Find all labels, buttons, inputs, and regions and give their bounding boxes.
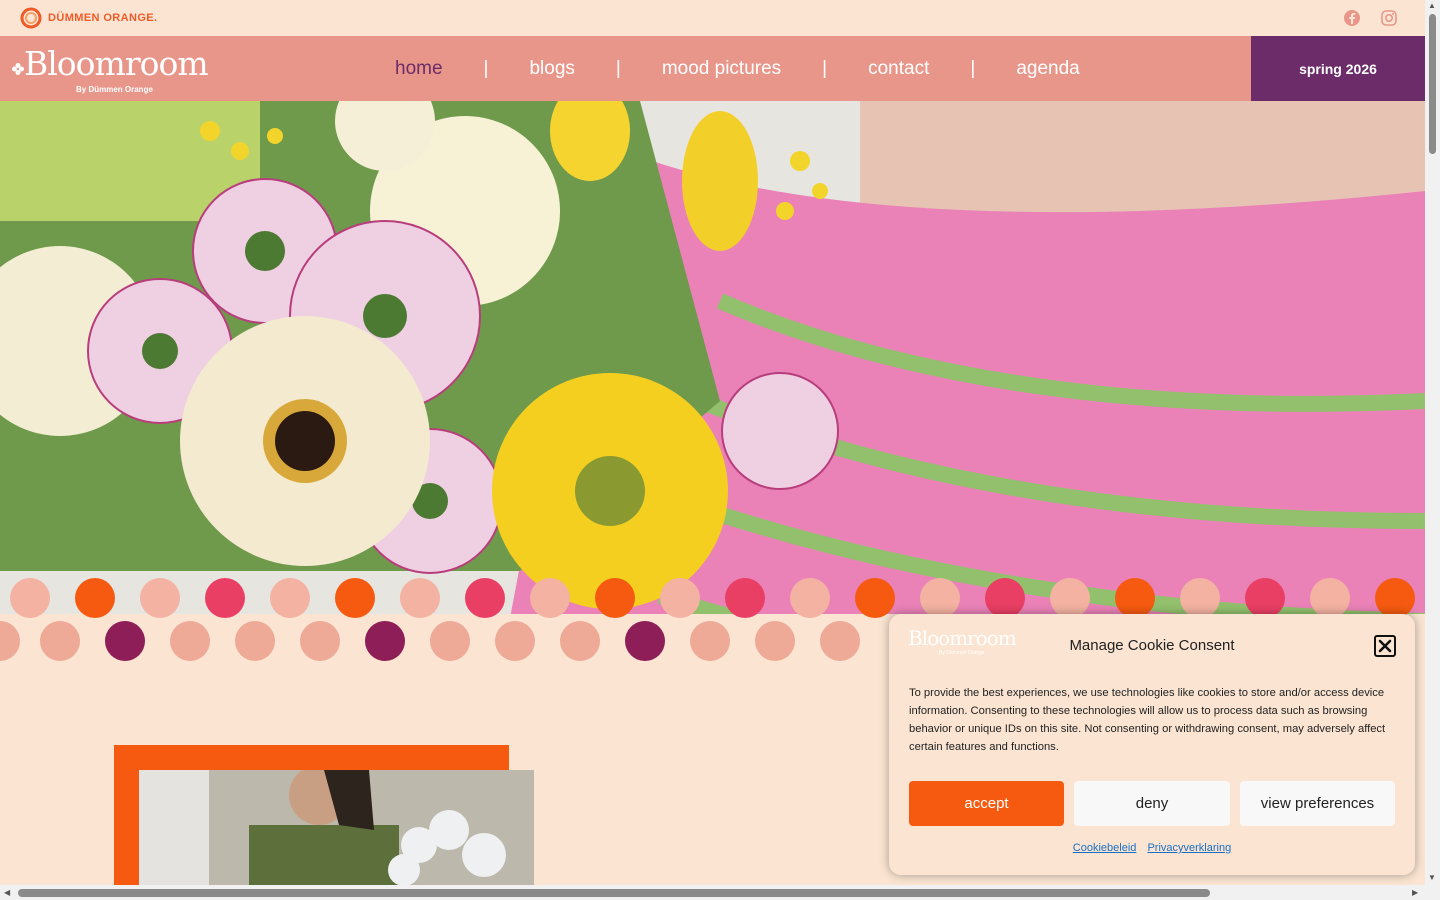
- dummen-orange-logo[interactable]: DÜMMEN ORANGE.: [18, 6, 158, 30]
- deny-button[interactable]: deny: [1074, 781, 1230, 826]
- nav-menu: home | blogs | mood pictures | contact |…: [378, 36, 1097, 101]
- flower-logo-icon: [12, 63, 24, 75]
- nav-item-contact[interactable]: contact: [851, 58, 946, 80]
- scroll-right-icon[interactable]: ▶: [1412, 888, 1418, 897]
- scroll-up-icon[interactable]: ▲: [1428, 1, 1436, 10]
- nav-item-agenda[interactable]: agenda: [999, 58, 1096, 80]
- cookie-description: To provide the best experiences, we use …: [909, 687, 1386, 753]
- nav-separator: |: [970, 57, 976, 79]
- cookie-consent-dialog: Bloomroom By Dümmen Orange Manage Cookie…: [889, 614, 1415, 875]
- close-button[interactable]: [1374, 635, 1396, 657]
- nav-separator: |: [483, 57, 489, 79]
- vertical-scrollbar[interactable]: ▲ ▼: [1425, 0, 1440, 885]
- nav-item-blogs[interactable]: blogs: [512, 58, 591, 80]
- vertical-scroll-thumb[interactable]: [1429, 14, 1436, 154]
- nav-separator: |: [822, 57, 828, 79]
- woman-with-flowers-photo: [139, 770, 534, 885]
- nav-separator: |: [615, 57, 621, 79]
- dummen-orange-emblem-icon: [20, 7, 42, 29]
- logo-subtitle: By Dümmen Orange: [76, 85, 153, 94]
- accept-button[interactable]: accept: [909, 781, 1064, 826]
- close-icon: [1378, 639, 1392, 653]
- nav-item-mood-pictures[interactable]: mood pictures: [645, 58, 798, 80]
- top-bar: DÜMMEN ORANGE.: [0, 0, 1425, 36]
- bloomroom-logo[interactable]: Bloomroom By Dümmen Orange: [10, 42, 215, 96]
- nav-item-home[interactable]: home: [378, 58, 460, 80]
- horizontal-scrollbar[interactable]: ◀ ▶: [0, 885, 1440, 900]
- spring-2026-button[interactable]: spring 2026: [1251, 36, 1425, 101]
- brand-name: DÜMMEN ORANGE.: [48, 12, 158, 24]
- cookie-policy-link[interactable]: Cookiebeleid: [1073, 842, 1137, 854]
- horizontal-scroll-thumb[interactable]: [18, 889, 1210, 897]
- privacy-statement-link[interactable]: Privacyverklaring: [1147, 842, 1231, 854]
- cookie-title: Manage Cookie Consent: [1069, 637, 1235, 654]
- scroll-left-icon[interactable]: ◀: [4, 888, 10, 897]
- facebook-icon[interactable]: [1342, 8, 1362, 28]
- scroll-down-icon[interactable]: ▼: [1428, 873, 1436, 882]
- logo-wordmark: Bloomroom: [24, 44, 209, 83]
- cookie-links: Cookiebeleid Privacyverklaring: [889, 842, 1415, 854]
- instagram-icon[interactable]: [1379, 8, 1399, 28]
- hero-image: [0, 101, 1425, 671]
- main-navigation: Bloomroom By Dümmen Orange home | blogs …: [0, 36, 1425, 101]
- view-preferences-button[interactable]: view preferences: [1240, 781, 1395, 826]
